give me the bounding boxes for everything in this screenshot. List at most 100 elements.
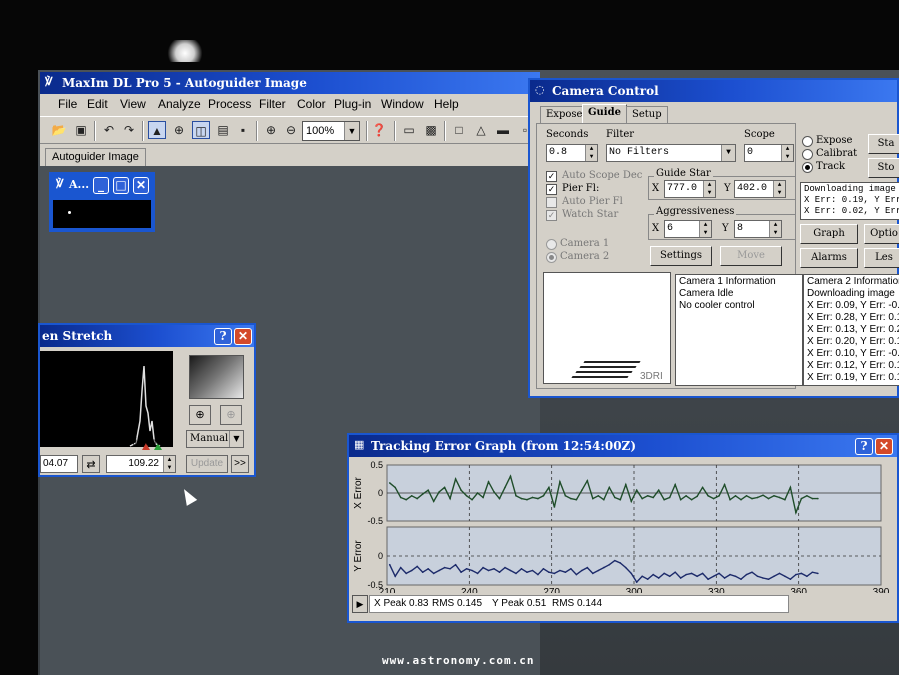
settings-button[interactable]: Settings — [650, 246, 712, 266]
more-button[interactable]: >> — [231, 455, 249, 473]
options-button[interactable]: Optio — [864, 224, 899, 244]
minimize-icon[interactable]: _ — [93, 177, 109, 194]
document-icon[interactable]: □ — [450, 121, 468, 139]
guide-star-y-input[interactable]: 402.0 ▲ ▼ — [734, 180, 786, 198]
spinner-icon[interactable]: ▲ ▼ — [703, 181, 715, 197]
menu-help[interactable]: Help — [434, 97, 459, 111]
guide-star-x-input[interactable]: 777.0 ▲ ▼ — [664, 180, 716, 198]
data-point — [449, 567, 451, 570]
menu-process[interactable]: Process — [208, 97, 251, 111]
guide-status-box: Downloading image X Err: 0.19, Y Err X E… — [800, 182, 899, 220]
alarms-button[interactable]: Alarms — [800, 248, 858, 268]
close-icon[interactable]: ✕ — [133, 177, 149, 194]
close-icon[interactable]: ✕ — [875, 438, 893, 455]
checkbox-auto-pier-flip[interactable] — [546, 197, 557, 208]
menu-window[interactable]: Window — [381, 97, 424, 111]
image-tool-icon[interactable]: ▲ — [148, 121, 166, 139]
stop-button[interactable]: Sto — [868, 158, 899, 178]
checkbox-auto-scope-dec[interactable]: ✓ — [546, 171, 557, 182]
tab-setup[interactable]: Setup — [626, 106, 668, 123]
zoom-out-icon[interactable]: ⊖ — [282, 121, 300, 139]
zoom-in-icon[interactable]: ⊕ — [262, 121, 280, 139]
data-point — [712, 575, 715, 578]
move-button[interactable]: Move — [720, 246, 782, 266]
maximum-input[interactable]: 109.22 ▲ ▼ — [106, 455, 176, 473]
menu-filter[interactable]: Filter — [259, 97, 286, 111]
update-button[interactable]: Update — [186, 455, 228, 473]
telescope-icon[interactable]: △ — [472, 121, 490, 139]
scope-input[interactable]: 0 ▲ ▼ — [744, 144, 794, 162]
mini-title-bar[interactable]: ℣ A... _ □ ✕ — [51, 174, 153, 198]
close-icon[interactable]: ✕ — [234, 328, 252, 345]
graph-button[interactable]: Graph — [800, 224, 858, 244]
info-cursor-icon[interactable]: ◫ — [192, 121, 210, 139]
menu-file[interactable]: File — [58, 97, 77, 111]
data-point — [608, 486, 611, 489]
spinner-icon[interactable]: ▲ ▼ — [699, 221, 711, 237]
menu-analyze[interactable]: Analyze — [158, 97, 201, 111]
redo-icon[interactable]: ↷ — [120, 121, 138, 139]
zoom-select[interactable]: 100% ▼ — [302, 121, 360, 141]
menu-color[interactable]: Color — [297, 97, 326, 111]
zoom-in-icon[interactable]: ⊕ — [189, 405, 211, 425]
data-point — [806, 495, 808, 497]
start-button[interactable]: Sta — [868, 134, 899, 154]
aggressiveness-y-input[interactable]: 8 ▲ ▼ — [734, 220, 782, 238]
data-point — [388, 563, 391, 566]
filter-select[interactable]: No Filters ▼ — [606, 144, 736, 162]
maximize-icon[interactable]: □ — [113, 177, 129, 194]
camera-title-bar[interactable]: ◌ Camera Control — [530, 80, 897, 102]
data-point — [778, 496, 781, 499]
spinner-icon[interactable]: ▲ ▼ — [163, 456, 175, 472]
tab-guide[interactable]: Guide — [582, 104, 627, 124]
tracking-title-bar[interactable]: ▦ Tracking Error Graph (from 12:54:00Z) … — [349, 435, 897, 457]
radio-calibrate[interactable] — [802, 149, 813, 160]
spinner-icon[interactable]: ▲ ▼ — [585, 145, 597, 161]
stretch-title-bar[interactable]: en Stretch ? ✕ — [40, 325, 254, 347]
spinner-icon[interactable]: ▲ ▼ — [773, 181, 785, 197]
data-point — [449, 497, 451, 500]
chevron-down-icon[interactable]: ▼ — [721, 145, 735, 161]
menu-view[interactable]: View — [120, 97, 146, 111]
swap-icon[interactable]: ⇄ — [82, 455, 100, 473]
save-icon[interactable]: ▣ — [72, 121, 90, 139]
observatory-icon[interactable]: ▭ — [400, 121, 418, 139]
tab-autoguider-image[interactable]: Autoguider Image — [45, 148, 146, 166]
spinner-icon[interactable]: ▲ ▼ — [781, 145, 793, 161]
checkbox-watch-star[interactable]: ✓ — [546, 210, 557, 221]
stretch-mode-select[interactable]: Manual ▼ — [186, 430, 244, 448]
camera-2-label: Camera 2 — [560, 251, 610, 262]
less-button[interactable]: Les — [864, 248, 899, 268]
chevron-down-icon[interactable]: ▼ — [344, 122, 359, 140]
menu-plugin[interactable]: Plug-in — [334, 97, 371, 111]
radio-expose[interactable] — [802, 136, 813, 147]
desktop-icon[interactable] — [166, 40, 204, 62]
radio-camera-2[interactable] — [546, 252, 557, 263]
guide-image[interactable] — [53, 200, 151, 228]
help-icon[interactable]: ? — [214, 328, 232, 345]
seconds-input[interactable]: 0.8 ▲ ▼ — [546, 144, 598, 162]
clipboard-icon[interactable]: ▤ — [214, 121, 232, 139]
x-tick-label: 390 — [873, 587, 890, 593]
checkbox-pier-flip[interactable]: ✓ — [546, 184, 557, 195]
crosshair-icon[interactable]: ⊕ — [170, 121, 188, 139]
context-help-icon[interactable]: ❓ — [370, 121, 388, 139]
spinner-icon[interactable]: ▲ ▼ — [769, 221, 781, 237]
histogram[interactable] — [40, 351, 173, 447]
main-title-bar[interactable]: ℣ MaxIm DL Pro 5 - Autoguider Image — [40, 72, 540, 94]
zoom-out-icon[interactable]: ⊕ — [220, 405, 242, 425]
open-icon[interactable]: 📂 — [50, 121, 68, 139]
radio-camera-1[interactable] — [546, 239, 557, 250]
undo-icon[interactable]: ↶ — [100, 121, 118, 139]
minimum-input[interactable]: 04.07 — [40, 455, 78, 473]
export-icon[interactable]: ▪ — [234, 121, 252, 139]
data-point — [608, 563, 611, 566]
play-icon[interactable]: ▶ — [352, 595, 368, 613]
camera-icon[interactable]: ▩ — [422, 121, 440, 139]
menu-edit[interactable]: Edit — [87, 97, 108, 111]
mount-icon[interactable]: ▬ — [494, 121, 512, 139]
help-icon[interactable]: ? — [855, 438, 873, 455]
radio-track[interactable] — [802, 162, 813, 173]
aggressiveness-x-input[interactable]: 6 ▲ ▼ — [664, 220, 712, 238]
chevron-down-icon[interactable]: ▼ — [229, 431, 243, 447]
